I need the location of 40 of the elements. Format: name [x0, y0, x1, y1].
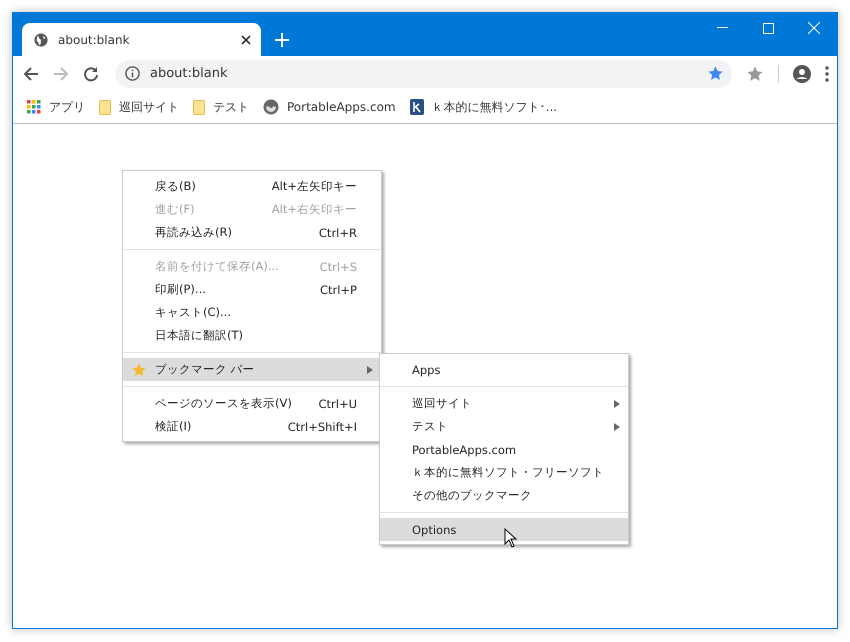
menu-item[interactable]: ページのソースを表示(V) Ctrl+U [123, 392, 381, 415]
star-icon [131, 362, 147, 378]
bookmark-item[interactable]: PortableApps.com [263, 99, 396, 115]
reload-icon[interactable] [83, 66, 99, 82]
tab-title: about:blank [58, 32, 131, 46]
address-bar[interactable]: about:blank [115, 60, 732, 88]
menu-item[interactable]: テスト [380, 415, 628, 438]
menu-item[interactable]: Options [380, 518, 628, 541]
info-icon [125, 66, 140, 81]
back-icon[interactable] [23, 66, 39, 82]
bookmark-star-icon [707, 65, 724, 82]
menu-item[interactable]: キャスト(C)... [123, 301, 381, 324]
menu-icon[interactable] [825, 66, 829, 82]
menu-item[interactable]: PortableApps.com [380, 438, 628, 461]
menu-item[interactable]: ブックマーク バー [123, 358, 381, 381]
menu-item[interactable]: 巡回サイト [380, 392, 628, 415]
globe-icon [263, 99, 279, 115]
bookmark-item[interactable]: アプリ [27, 98, 85, 116]
apps-grid-icon [27, 100, 41, 114]
menu-item[interactable]: 印刷(P)... Ctrl+P [123, 278, 381, 301]
menu-item[interactable]: 戻る(B) Alt+左矢印キー [123, 175, 381, 198]
menu-item[interactable]: ｋ本的に無料ソフト・フリーソフト [380, 461, 628, 484]
bookmark-item[interactable]: 巡回サイト [99, 98, 179, 116]
browser-tab[interactable]: about:blank [22, 23, 261, 56]
extension-star-icon[interactable] [746, 64, 764, 82]
menu-item[interactable]: 検証(I) Ctrl+Shift+I [123, 415, 381, 438]
bookmark-item[interactable]: ｋ本的に無料ソフト･... [410, 98, 558, 116]
menu-item[interactable]: 日本語に翻訳(T) [123, 324, 381, 347]
menu-item[interactable]: 再読み込み(R) Ctrl+R [123, 221, 381, 244]
new-tab-icon[interactable] [275, 33, 289, 47]
bookmark-item[interactable]: テスト [193, 98, 249, 116]
close-tab-icon[interactable] [241, 34, 251, 44]
folder-icon [193, 100, 205, 114]
profile-icon[interactable] [793, 64, 811, 82]
folder-icon [99, 100, 111, 114]
site-icon [410, 99, 424, 115]
menu-item[interactable]: その他のブックマーク [380, 484, 628, 507]
menu-item[interactable]: Apps [380, 358, 628, 381]
address-field[interactable]: about:blank [148, 65, 699, 82]
globe-icon [34, 32, 48, 46]
